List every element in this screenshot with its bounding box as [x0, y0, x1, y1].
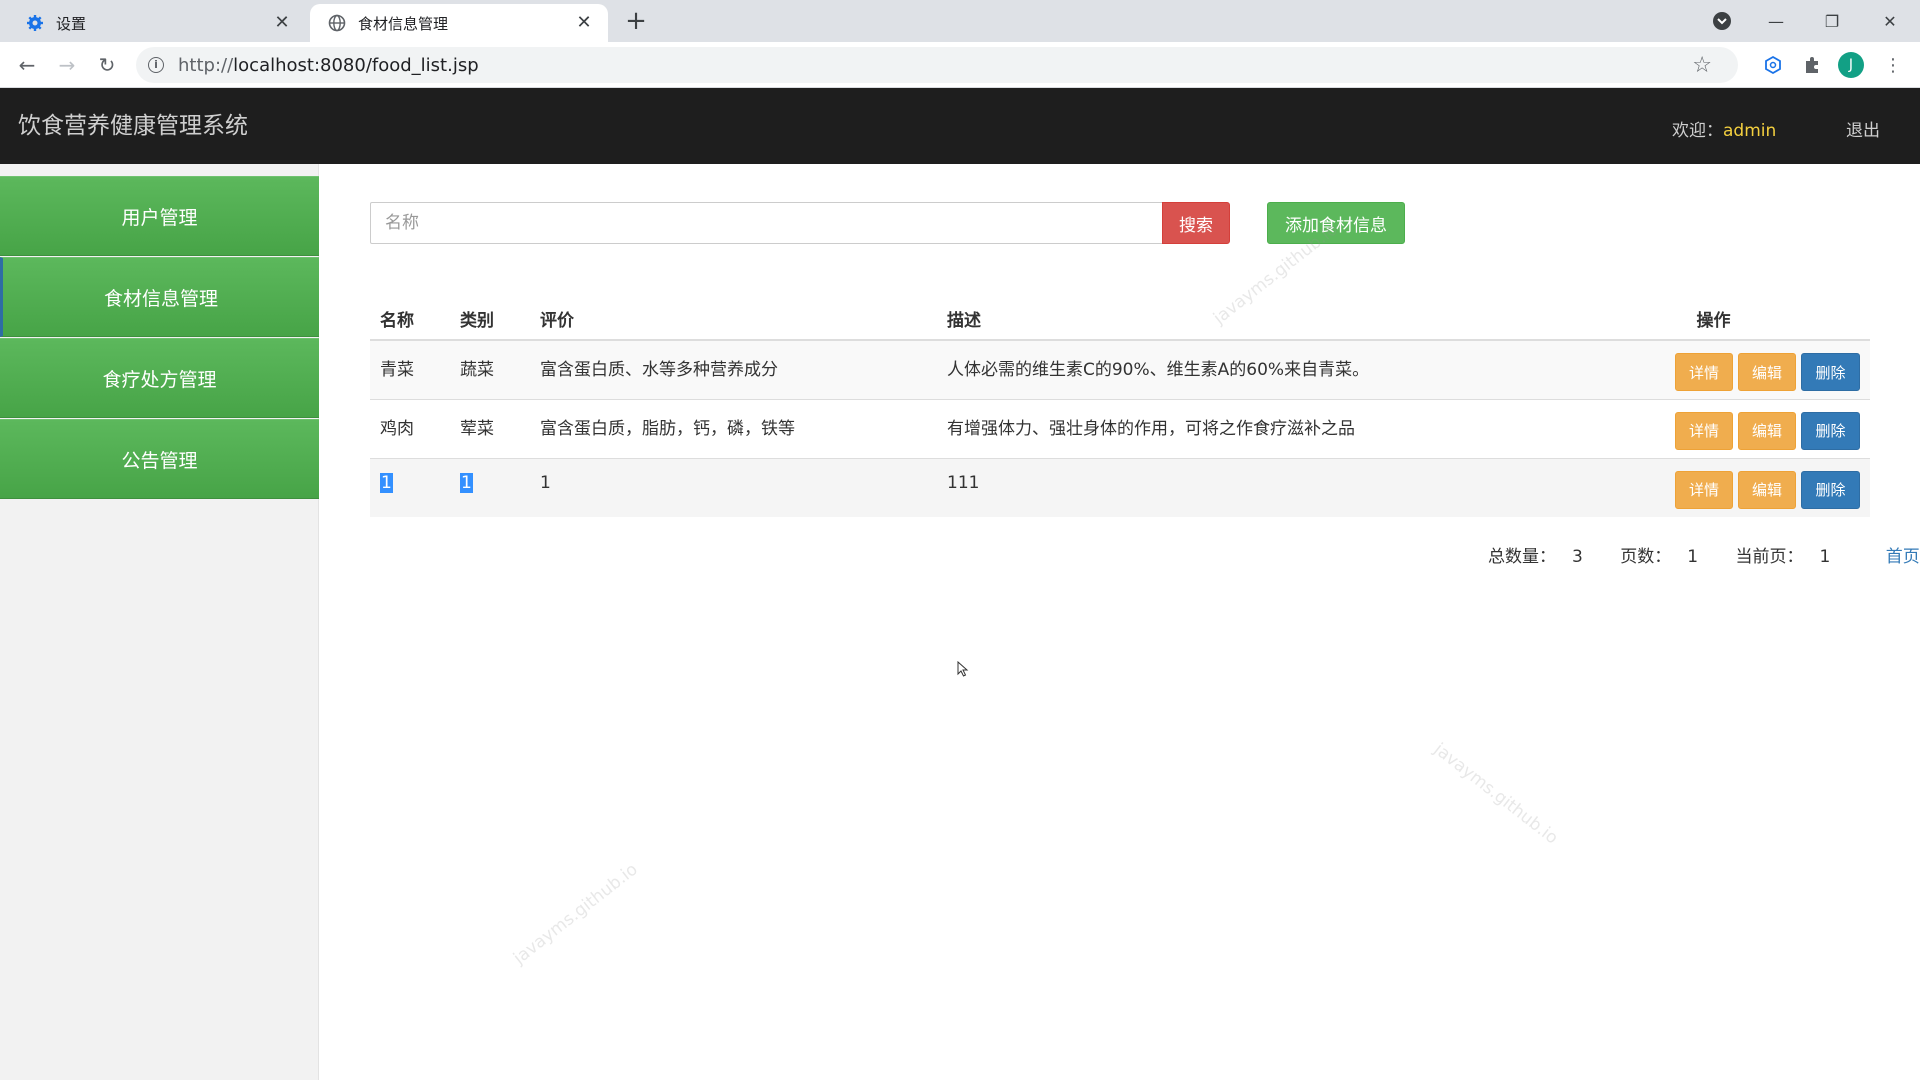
page-count: 页数： 1 [1620, 547, 1714, 567]
selected-text: 1 [380, 472, 393, 493]
detail-button[interactable]: 详情 [1675, 353, 1733, 391]
close-icon[interactable]: ✕ [272, 13, 292, 33]
table-row: 1 1 1 111 详情 编辑 删除 [370, 457, 1870, 517]
cell-actions: 详情 编辑 删除 [1557, 457, 1870, 517]
search-button[interactable]: 搜索 [1162, 202, 1230, 244]
current-page: 当前页： 1 [1735, 547, 1846, 567]
search-input[interactable] [370, 202, 1182, 244]
food-table: 名称 类别 评价 描述 操作 青菜 蔬菜 富含蛋白质、水等多种营养成分 人体必需… [370, 298, 1870, 517]
url-field[interactable]: i http://localhost:8080/food_list.jsp ☆ [136, 47, 1738, 83]
table-row: 鸡肉 荤菜 富含蛋白质，脂肪，钙，磷，铁等 有增强体力、强壮身体的作用，可将之作… [370, 398, 1870, 458]
url-path: localhost:8080/food_list.jsp [233, 54, 479, 76]
app-header: 饮食营养健康管理系统 欢迎：admin 退出 [0, 88, 1920, 164]
info-icon[interactable]: i [148, 57, 164, 73]
mouse-cursor-icon [957, 660, 969, 677]
column-header-name: 名称 [370, 298, 450, 341]
sidebar-item-announcements[interactable]: 公告管理 [0, 419, 319, 499]
column-header-actions: 操作 [1557, 298, 1870, 341]
cell-actions: 详情 编辑 删除 [1557, 339, 1870, 399]
back-icon[interactable]: ← [12, 50, 42, 80]
edit-button[interactable]: 编辑 [1738, 411, 1796, 450]
username: admin [1723, 121, 1777, 141]
logout-link[interactable]: 退出 [1846, 116, 1880, 141]
delete-button[interactable]: 删除 [1801, 411, 1860, 450]
url-scheme: http:// [178, 54, 234, 76]
browser-address-bar: ← → ↻ i http://localhost:8080/food_list.… [0, 42, 1920, 88]
edit-button[interactable]: 编辑 [1738, 353, 1796, 391]
detail-button[interactable]: 详情 [1675, 470, 1733, 509]
new-tab-icon[interactable]: + [622, 8, 650, 36]
tab-food-info[interactable]: 食材信息管理 ✕ [310, 4, 608, 42]
tab-title: 食材信息管理 [358, 14, 449, 33]
sidebar-item-food-info[interactable]: 食材信息管理 [0, 257, 319, 337]
restore-icon[interactable]: ❐ [1812, 6, 1852, 36]
column-header-evaluation: 评价 [530, 298, 937, 341]
globe-icon [328, 14, 346, 32]
delete-button[interactable]: 删除 [1801, 470, 1860, 509]
minimize-icon[interactable]: — [1756, 6, 1796, 36]
detail-button[interactable]: 详情 [1675, 411, 1733, 450]
cell-name: 鸡肉 [370, 398, 450, 458]
cell-evaluation: 富含蛋白质、水等多种营养成分 [530, 339, 937, 399]
cell-name: 1 [370, 457, 450, 517]
pages-label: 页数： [1620, 547, 1672, 567]
cell-description: 有增强体力、强壮身体的作用，可将之作食疗滋补之品 [937, 398, 1557, 458]
table-row: 青菜 蔬菜 富含蛋白质、水等多种营养成分 人体必需的维生素C的90%、维生素A的… [370, 339, 1870, 399]
watermark: javayms.github.io [509, 859, 642, 969]
total-value: 3 [1572, 547, 1583, 567]
cell-description: 人体必需的维生素C的90%、维生素A的60%来自青菜。 [937, 339, 1557, 399]
window-close-icon[interactable]: ✕ [1870, 6, 1910, 36]
reload-icon[interactable]: ↻ [92, 50, 122, 80]
cell-evaluation: 富含蛋白质，脂肪，钙，磷，铁等 [530, 398, 937, 458]
sidebar: 用户管理 食材信息管理 食疗处方管理 公告管理 [0, 164, 319, 1080]
browser-tab-bar: 设置 ✕ 食材信息管理 ✕ + — ❐ ✕ [0, 0, 1920, 42]
column-header-category: 类别 [450, 298, 530, 341]
pagination: 总数量：3 页数：1 当前页：1 首页 尾页 [1488, 542, 1920, 567]
cell-category: 1 [450, 457, 530, 517]
welcome-text: 欢迎：admin [1672, 116, 1776, 141]
edit-button[interactable]: 编辑 [1738, 470, 1796, 509]
table-header-row: 名称 类别 评价 描述 操作 [370, 298, 1870, 341]
cell-description: 111 [937, 457, 1557, 517]
sidebar-item-users[interactable]: 用户管理 [0, 176, 319, 256]
first-page-link[interactable]: 首页 [1886, 547, 1920, 567]
bookmark-star-icon[interactable]: ☆ [1692, 53, 1712, 78]
total-count: 总数量： 3 [1488, 547, 1599, 567]
cell-name: 青菜 [370, 339, 450, 399]
main-content: 搜索 添加食材信息 名称 类别 评价 描述 操作 青菜 蔬菜 富含蛋白质、水等多… [320, 164, 1920, 1080]
cell-evaluation: 1 [530, 457, 937, 517]
watermark: javayms.github.io [1429, 739, 1562, 849]
total-label: 总数量： [1488, 547, 1556, 567]
app-title: 饮食营养健康管理系统 [18, 113, 248, 139]
delete-button[interactable]: 删除 [1801, 353, 1860, 391]
welcome-label: 欢迎： [1672, 121, 1723, 141]
profile-avatar[interactable]: J [1838, 52, 1864, 78]
sidebar-item-prescriptions[interactable]: 食疗处方管理 [0, 338, 319, 418]
cell-category: 荤菜 [450, 398, 530, 458]
cell-actions: 详情 编辑 删除 [1557, 398, 1870, 458]
puzzle-icon[interactable] [1799, 52, 1825, 78]
pages-value: 1 [1687, 547, 1699, 567]
tab-title: 设置 [56, 14, 87, 33]
extension-icon[interactable] [1760, 52, 1786, 78]
tab-settings[interactable]: 设置 ✕ [8, 4, 306, 42]
forward-icon[interactable]: → [52, 50, 82, 80]
tab-search-icon[interactable] [1702, 6, 1742, 36]
close-icon[interactable]: ✕ [574, 13, 594, 33]
gear-icon [26, 14, 44, 32]
selected-text: 1 [460, 472, 473, 493]
current-label: 当前页： [1735, 547, 1804, 567]
kebab-menu-icon[interactable]: ⋮ [1880, 52, 1906, 78]
cell-category: 蔬菜 [450, 339, 530, 399]
current-value: 1 [1819, 547, 1831, 567]
